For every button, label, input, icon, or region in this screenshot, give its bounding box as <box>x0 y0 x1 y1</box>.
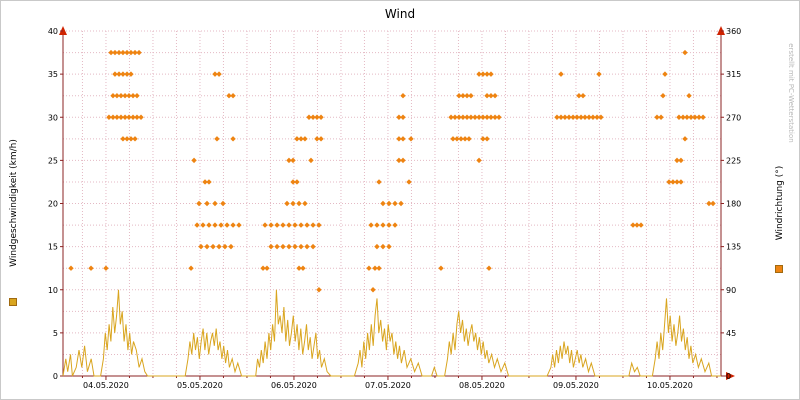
svg-text:135: 135 <box>726 243 741 252</box>
left-axis-title: Windgeschwindigkeit (km/h) <box>9 139 19 267</box>
svg-text:15: 15 <box>48 243 58 252</box>
svg-text:07.05.2020: 07.05.2020 <box>365 381 411 390</box>
svg-text:10: 10 <box>48 286 58 295</box>
direction-legend-marker <box>775 265 783 273</box>
plot-svg: 0 5 10 15 20 25 30 35 40 0 45 90 135 180 225 270 315 360 0… <box>48 26 741 390</box>
watermark-text: erstellt mit PC-Wetterstation <box>787 43 795 143</box>
svg-text:270: 270 <box>726 113 741 122</box>
svg-text:5: 5 <box>53 329 58 338</box>
svg-text:08.05.2020: 08.05.2020 <box>459 381 505 390</box>
svg-text:09.05.2020: 09.05.2020 <box>553 381 599 390</box>
svg-text:20: 20 <box>48 200 58 209</box>
svg-text:40: 40 <box>48 27 58 36</box>
svg-text:25: 25 <box>48 156 58 165</box>
svg-text:180: 180 <box>726 200 741 209</box>
svg-text:35: 35 <box>48 70 58 79</box>
speed-line-series <box>62 289 721 377</box>
svg-text:90: 90 <box>726 286 736 295</box>
speed-legend-marker <box>9 298 17 306</box>
svg-text:04.05.2020: 04.05.2020 <box>83 381 129 390</box>
svg-text:45: 45 <box>726 329 736 338</box>
svg-text:360: 360 <box>726 27 741 36</box>
svg-text:06.05.2020: 06.05.2020 <box>271 381 317 390</box>
chart-title: Wind <box>384 7 416 21</box>
svg-text:225: 225 <box>726 156 741 165</box>
grid <box>63 30 721 376</box>
svg-text:10.05.2020: 10.05.2020 <box>647 381 693 390</box>
right-axis-title: Windrichtung (°) <box>775 165 785 241</box>
svg-text:315: 315 <box>726 70 741 79</box>
chart-frame: 0 5 10 15 20 25 30 35 40 0 45 90 135 180 225 270 315 360 0… <box>0 0 800 400</box>
svg-text:0: 0 <box>53 372 58 381</box>
svg-text:30: 30 <box>48 113 58 122</box>
direction-scatter-series <box>68 49 716 293</box>
tick-labels: 0 5 10 15 20 25 30 35 40 0 45 90 135 180 225 270 315 360 0… <box>48 27 741 390</box>
svg-text:05.05.2020: 05.05.2020 <box>177 381 223 390</box>
svg-text:0: 0 <box>726 372 731 381</box>
